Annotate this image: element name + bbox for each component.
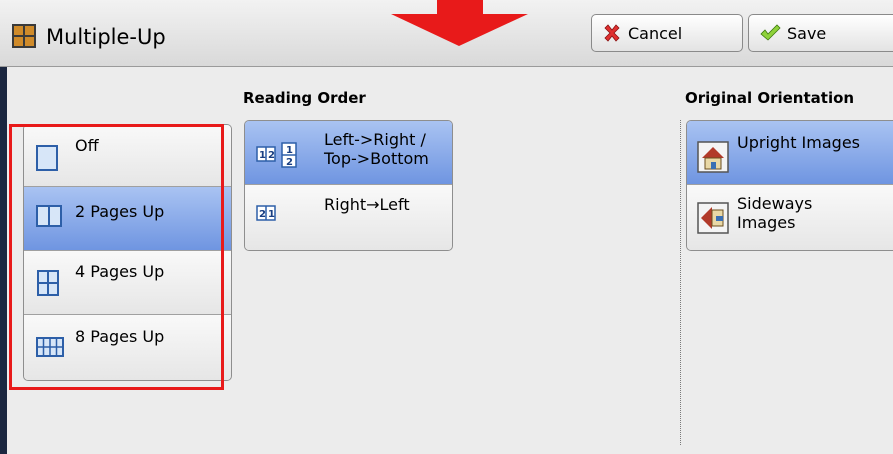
option-sideways-images[interactable]: Sideways Images [687, 185, 893, 250]
option-upright-images-label: Upright Images [737, 133, 860, 152]
option-upright-images[interactable]: Upright Images [687, 121, 893, 185]
multiple-up-icon [12, 24, 36, 48]
original-orientation-list: Upright Images Sideways Images [686, 120, 893, 251]
left-edge-bar [0, 0, 7, 454]
option-ltr-line2: Top->Bottom [324, 149, 429, 168]
option-sideways-line1: Sideways [737, 194, 813, 213]
original-orientation-heading: Original Orientation [685, 89, 855, 107]
option-right-left-label: Right→Left [324, 195, 410, 214]
upright-house-icon [697, 141, 729, 173]
cancel-button[interactable]: Cancel [591, 14, 743, 52]
option-left-right-top-bottom[interactable]: 1 2 1 2 Left->Right / Top->Bottom [245, 121, 452, 185]
divider-dotted [680, 120, 681, 445]
svg-text:1: 1 [259, 150, 266, 161]
checkmark-icon [760, 24, 781, 41]
page-title: Multiple-Up [46, 25, 166, 49]
reading-order-rtl-icon: 2 1 [256, 205, 276, 221]
reading-order-heading: Reading Order [243, 89, 366, 107]
reading-order-list: 1 2 1 2 Left->Right / Top->Bottom 2 1 Ri… [244, 120, 453, 251]
cancel-x-icon [604, 24, 620, 42]
svg-text:1: 1 [268, 209, 275, 220]
svg-text:2: 2 [286, 157, 293, 168]
save-button[interactable]: Save [748, 14, 893, 52]
down-arrow-indicator [391, 0, 528, 46]
save-label: Save [787, 23, 827, 43]
option-sideways-line2: Images [737, 213, 796, 232]
option-right-left[interactable]: 2 1 Right→Left [245, 185, 452, 250]
svg-text:1: 1 [286, 145, 293, 156]
svg-text:2: 2 [268, 150, 275, 161]
cancel-label: Cancel [628, 23, 683, 43]
option-ltr-line1: Left->Right / [324, 130, 426, 149]
reading-order-ltr-icon: 1 2 1 2 [256, 142, 297, 168]
highlight-box [9, 124, 224, 390]
sideways-house-icon [697, 202, 729, 234]
svg-text:2: 2 [259, 209, 266, 220]
